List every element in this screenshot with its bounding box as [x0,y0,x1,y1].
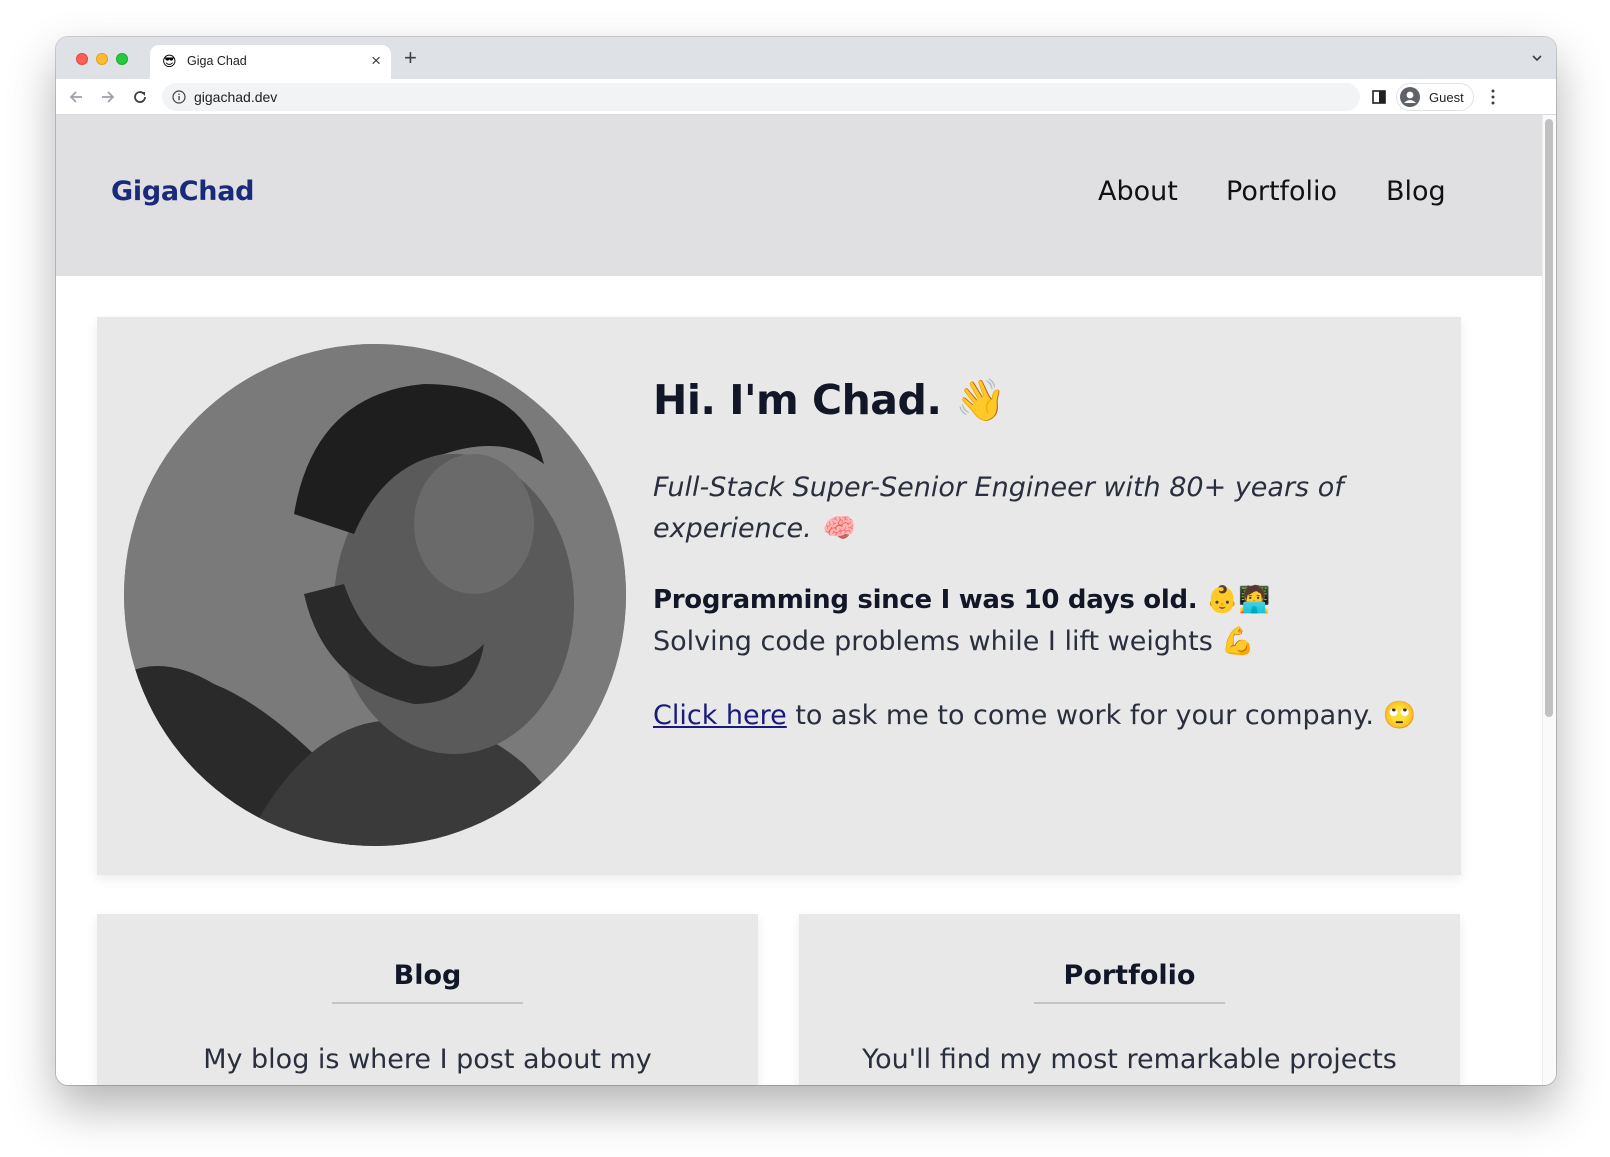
url-text: gigachad.dev [194,89,278,105]
hero-cta: Click here to ask me to come work for yo… [653,695,1423,736]
card-title: Blog [393,960,462,991]
profile-avatar-icon [1400,87,1420,107]
card-divider [1034,1002,1225,1004]
card-title: Portfolio [1063,960,1196,991]
card-divider [332,1002,523,1004]
scrollbar[interactable] [1542,115,1556,1085]
hero-bold-line: Programming since I was 10 days old. 👶🧑‍… [653,585,1271,615]
close-tab-icon[interactable]: × [371,51,381,71]
back-arrow-icon[interactable] [66,87,86,107]
portrait-illustration [124,344,626,846]
hero-section: Hi. I'm Chad. 👋 Full-Stack Super-Senior … [97,317,1461,875]
favicon-icon: 😎 [162,53,177,69]
blog-card[interactable]: Blog My blog is where I post about my [97,914,758,1085]
card-body: My blog is where I post about my [203,1044,652,1075]
side-panel-icon[interactable] [1372,90,1386,104]
portfolio-card[interactable]: Portfolio You'll find my most remarkable… [799,914,1460,1085]
new-tab-button[interactable]: + [404,45,417,71]
profile-button[interactable]: Guest [1396,83,1474,111]
reload-icon[interactable] [130,87,150,107]
nav-link-about[interactable]: About [1098,176,1178,207]
browser-tab[interactable]: 😎 Giga Chad × [150,45,391,79]
profile-photo [124,344,626,846]
forward-arrow-icon[interactable] [98,87,118,107]
menu-kebab-icon[interactable] [1486,88,1500,106]
hero-line: Solving code problems while I lift weigh… [653,626,1255,657]
hero-subtitle: Full-Stack Super-Senior Engineer with 80… [653,472,1344,544]
site-info-icon[interactable] [172,90,186,104]
tab-title: Giga Chad [187,54,247,68]
cta-text: to ask me to come work for your company.… [786,700,1417,731]
browser-toolbar: gigachad.dev Guest [56,79,1556,115]
site-header: GigaChad About Portfolio Blog [56,115,1542,276]
nav-link-blog[interactable]: Blog [1386,176,1446,207]
cta-link[interactable]: Click here [653,700,787,731]
minimize-window-button[interactable] [96,53,108,65]
profile-label: Guest [1429,90,1464,105]
page-viewport: GigaChad About Portfolio Blog Hi. I'm Ch… [56,115,1556,1085]
hero-text: Hi. I'm Chad. 👋 Full-Stack Super-Senior … [653,375,1423,736]
tab-search-chevron-icon[interactable] [1530,51,1544,65]
close-window-button[interactable] [76,53,88,65]
card-body: You'll find my most remarkable projects [862,1044,1397,1075]
maximize-window-button[interactable] [116,53,128,65]
site-logo[interactable]: GigaChad [111,176,254,207]
browser-window: 😎 Giga Chad × + gigachad.dev Guest GigaC… [56,37,1556,1085]
tab-strip: 😎 Giga Chad × + [56,37,1556,79]
scrollbar-thumb[interactable] [1545,119,1553,717]
address-bar[interactable]: gigachad.dev [162,83,1360,111]
hero-title: Hi. I'm Chad. 👋 [653,376,1006,424]
nav-link-portfolio[interactable]: Portfolio [1226,176,1337,207]
